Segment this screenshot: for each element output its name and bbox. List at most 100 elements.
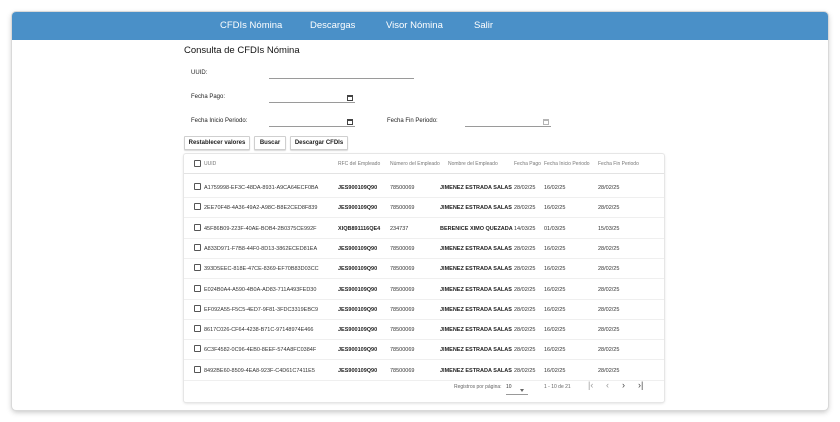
- fecha-fin-label: Fecha Fin Periodo:: [387, 118, 438, 124]
- table-row[interactable]: 2EE70F48-4A36-49A2-A98C-B8E2CED8F839 JES9…: [184, 198, 664, 219]
- header-fecha-pago[interactable]: Fecha Pago: [514, 161, 541, 167]
- cell-fecha-pago: 28/02/25: [514, 245, 536, 252]
- cell-uuid: E024B0A4-A590-4B0A-AD83-711A493FED30: [204, 286, 317, 293]
- cell-fecha-inicio: 16/02/25: [544, 266, 566, 273]
- calendar-icon[interactable]: [347, 119, 353, 125]
- table-row[interactable]: 393D5EEC-818E-47CE-8369-EF70B83D03CC JES9…: [184, 259, 664, 280]
- table-row[interactable]: E024B0A4-A590-4B0A-AD83-711A493FED30 JES9…: [184, 280, 664, 300]
- nav-salir[interactable]: Salir: [474, 12, 493, 40]
- row-checkbox[interactable]: [194, 243, 201, 251]
- uuid-input[interactable]: [269, 69, 414, 79]
- nav-descargas[interactable]: Descargas: [310, 12, 355, 40]
- cell-fecha-inicio: 16/02/25: [544, 347, 566, 354]
- fecha-inicio-input[interactable]: [269, 117, 355, 127]
- fecha-pago-label: Fecha Pago:: [191, 94, 226, 100]
- cell-fecha-fin: 28/02/25: [598, 367, 620, 374]
- cell-uuid: 45F86B09-223F-40AE-BOB4-2B0375CE992F: [204, 225, 317, 232]
- cell-fecha-pago: 28/02/25: [514, 205, 536, 212]
- row-checkbox[interactable]: [194, 345, 201, 353]
- page-title: Consulta de CFDIs Nómina: [184, 45, 300, 56]
- calendar-icon[interactable]: [347, 95, 353, 101]
- row-checkbox[interactable]: [194, 284, 201, 292]
- header-uuid[interactable]: UUID: [204, 161, 216, 167]
- cell-numero: 78500069: [390, 245, 415, 252]
- row-checkbox[interactable]: [194, 203, 201, 211]
- cell-rfc: JES900109Q90: [338, 286, 378, 293]
- cell-uuid: 2EE70F48-4A36-49A2-A98C-B8E2CED8F839: [204, 205, 318, 212]
- cell-fecha-inicio: 16/02/25: [544, 185, 566, 191]
- cell-fecha-pago: 14/03/25: [514, 225, 536, 232]
- cell-fecha-pago: 28/02/25: [514, 286, 536, 293]
- cell-uuid: 8617C026-CF64-4238-B71C-97148974E466: [204, 327, 314, 334]
- header-fecha-inicio[interactable]: Fecha Inicio Periodo: [544, 161, 590, 167]
- header-rfc[interactable]: RFC del Empleado: [338, 161, 380, 167]
- cell-uuid: 393D5EEC-818E-47CE-8369-EF70B83D03CC: [204, 266, 319, 273]
- calendar-icon[interactable]: [543, 119, 549, 125]
- fecha-pago-input[interactable]: [269, 93, 355, 103]
- header-fecha-fin[interactable]: Fecha Fin Periodo: [598, 161, 639, 167]
- cell-uuid: 8492BE60-8509-4EA8-923F-C4D61C7411E5: [204, 367, 315, 374]
- cell-rfc: JES900109Q90: [338, 185, 378, 191]
- table-row[interactable]: A1759998-EF3C-48DA-8931-A9CA64ECF0BA JES9…: [184, 178, 664, 198]
- header-numero[interactable]: Número del Empleado: [390, 161, 440, 167]
- row-checkbox[interactable]: [194, 183, 201, 190]
- nav-cfdis-nomina[interactable]: CFDIs Nómina: [220, 12, 282, 40]
- cell-fecha-inicio: 01/03/25: [544, 225, 566, 232]
- cell-fecha-fin: 28/02/25: [598, 306, 620, 313]
- table-row[interactable]: EF092A55-F5C5-4ED7-9F81-3FDC3319EBC9 JES9…: [184, 300, 664, 320]
- row-checkbox[interactable]: [194, 304, 201, 312]
- row-checkbox[interactable]: [194, 223, 201, 231]
- table-row[interactable]: 8617C026-CF64-4238-B71C-97148974E466 JES9…: [184, 320, 664, 341]
- table-header: UUID RFC del Empleado Número del Emplead…: [184, 154, 664, 174]
- cell-nombre: JIMENEZ ESTRADA SALAS: [440, 266, 512, 273]
- cell-fecha-fin: 15/03/25: [598, 225, 620, 232]
- cell-uuid: 6C3F4582-0C96-4EB0-8EEF-574A8FC0384F: [204, 347, 317, 354]
- top-nav: CFDIs Nómina Descargas Visor Nómina Sali…: [12, 12, 828, 40]
- table-row[interactable]: A833D971-F7B8-44F0-8D13-3862ECED81EA JES9…: [184, 239, 664, 259]
- cell-numero: 234737: [390, 225, 409, 232]
- cell-nombre: JIMENEZ ESTRADA SALAS: [440, 205, 512, 212]
- cell-fecha-inicio: 16/02/25: [544, 205, 566, 212]
- table-row[interactable]: 45F86B09-223F-40AE-BOB4-2B0375CE992F XIQB…: [184, 219, 664, 239]
- select-all-checkbox[interactable]: [194, 160, 201, 167]
- table-row[interactable]: 8492BE60-8509-4EA8-923F-C4D61C7411E5 JES9…: [184, 361, 664, 381]
- cell-fecha-inicio: 16/02/25: [544, 286, 566, 293]
- cell-fecha-inicio: 16/02/25: [544, 245, 566, 252]
- row-checkbox[interactable]: [194, 365, 201, 373]
- cell-rfc: JES900109Q90: [338, 347, 378, 354]
- cell-nombre: JIMENEZ ESTRADA SALAS: [440, 245, 512, 252]
- fecha-inicio-label: Fecha Inicio Periodo:: [191, 118, 248, 124]
- header-nombre[interactable]: Nombre del Empleado: [448, 161, 498, 167]
- cell-fecha-fin: 28/02/25: [598, 266, 620, 273]
- cell-fecha-pago: 28/02/25: [514, 347, 536, 354]
- search-button[interactable]: Buscar: [254, 136, 286, 150]
- first-page-icon[interactable]: |‹: [588, 380, 593, 390]
- page-range: 1 - 10 de 21: [544, 384, 571, 390]
- next-page-icon[interactable]: ›: [622, 380, 625, 390]
- cell-fecha-fin: 28/02/25: [598, 205, 620, 212]
- cell-numero: 78500069: [390, 367, 415, 374]
- row-checkbox[interactable]: [194, 325, 201, 333]
- download-cfdis-button[interactable]: Descargar CFDIs: [290, 136, 348, 150]
- cell-numero: 78500069: [390, 306, 415, 313]
- cell-fecha-fin: 28/02/25: [598, 347, 620, 354]
- cell-nombre: JIMENEZ ESTRADA SALAS: [440, 327, 512, 334]
- prev-page-icon[interactable]: ‹: [606, 380, 609, 390]
- reset-button[interactable]: Restablecer valores: [184, 136, 250, 150]
- cell-rfc: JES900109Q90: [338, 306, 378, 313]
- nav-visor-nomina[interactable]: Visor Nómina: [386, 12, 443, 40]
- chevron-down-icon[interactable]: [520, 389, 524, 392]
- fecha-fin-input[interactable]: [465, 117, 551, 127]
- app-window: CFDIs Nómina Descargas Visor Nómina Sali…: [12, 12, 828, 410]
- results-table: UUID RFC del Empleado Número del Emplead…: [184, 154, 664, 402]
- row-checkbox[interactable]: [194, 264, 201, 272]
- cell-fecha-pago: 28/02/25: [514, 367, 536, 374]
- cell-rfc: JES900109Q90: [338, 205, 378, 212]
- last-page-icon[interactable]: ›|: [638, 380, 643, 390]
- table-row[interactable]: 6C3F4582-0C96-4EB0-8EEF-574A8FC0384F JES9…: [184, 340, 664, 361]
- cell-nombre: BERENICE XIMO QUEZADA: [440, 225, 513, 232]
- select-underline: [506, 394, 528, 395]
- cell-numero: 78500069: [390, 327, 415, 334]
- rows-per-page-label: Registros por página:: [454, 384, 502, 390]
- cell-uuid: A833D971-F7B8-44F0-8D13-3862ECED81EA: [204, 245, 318, 252]
